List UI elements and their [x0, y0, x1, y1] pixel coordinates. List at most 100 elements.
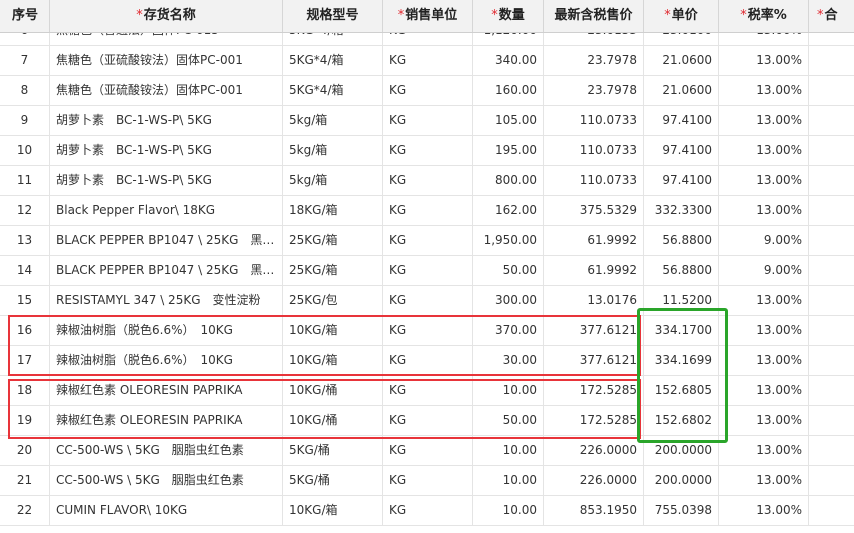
cell-item-name[interactable]: 胡萝卜素 BC-1-WS-P\ 5KG — [50, 136, 283, 165]
table-row[interactable]: 14BLACK PEPPER BP1047 \ 25KG 黑胡椒油树脂25KG/… — [0, 256, 854, 286]
cell-quantity[interactable]: 50.00 — [473, 256, 544, 285]
col-header-item-name[interactable]: *存货名称 — [50, 0, 283, 32]
cell-unit-price[interactable]: 21.0600 — [644, 76, 719, 105]
cell-item-name[interactable]: CC-500-WS \ 5KG 胭脂虫红色素 — [50, 466, 283, 495]
cell-seq[interactable]: 20 — [0, 436, 50, 465]
cell-spec[interactable]: 25KG/箱 — [283, 226, 383, 255]
cell-seq[interactable]: 6 — [0, 33, 50, 45]
cell-unit-price[interactable]: 755.0398 — [644, 496, 719, 525]
cell-total[interactable] — [809, 436, 854, 465]
cell-spec[interactable]: 5kg/箱 — [283, 166, 383, 195]
cell-latest-price[interactable]: 13.0176 — [544, 286, 644, 315]
cell-sales-unit[interactable]: KG — [383, 106, 473, 135]
cell-sales-unit[interactable]: KG — [383, 466, 473, 495]
cell-total[interactable] — [809, 46, 854, 75]
cell-quantity[interactable]: 162.00 — [473, 196, 544, 225]
cell-seq[interactable]: 8 — [0, 76, 50, 105]
cell-latest-price[interactable]: 23.7978 — [544, 46, 644, 75]
cell-seq[interactable]: 7 — [0, 46, 50, 75]
cell-seq[interactable]: 15 — [0, 286, 50, 315]
cell-sales-unit[interactable]: KG — [383, 166, 473, 195]
cell-quantity[interactable]: 340.00 — [473, 46, 544, 75]
cell-quantity[interactable]: 1,950.00 — [473, 226, 544, 255]
cell-tax-rate[interactable]: 13.00% — [719, 406, 809, 435]
cell-seq[interactable]: 17 — [0, 346, 50, 375]
cell-spec[interactable]: 10KG/箱 — [283, 496, 383, 525]
cell-unit-price[interactable]: 97.4100 — [644, 106, 719, 135]
cell-total[interactable] — [809, 136, 854, 165]
cell-latest-price[interactable]: 226.0000 — [544, 466, 644, 495]
col-header-tax-rate[interactable]: *税率% — [719, 0, 809, 32]
cell-latest-price[interactable]: 61.9992 — [544, 256, 644, 285]
cell-unit-price[interactable]: 21.0600 — [644, 46, 719, 75]
cell-seq[interactable]: 12 — [0, 196, 50, 225]
cell-total[interactable] — [809, 406, 854, 435]
cell-tax-rate[interactable]: 13.00% — [719, 136, 809, 165]
cell-total[interactable] — [809, 376, 854, 405]
cell-sales-unit[interactable]: KG — [383, 496, 473, 525]
cell-unit-price[interactable]: 152.6802 — [644, 406, 719, 435]
cell-spec[interactable]: 5KG/桶 — [283, 436, 383, 465]
cell-item-name[interactable]: CC-500-WS \ 5KG 胭脂虫红色素 — [50, 436, 283, 465]
cell-seq[interactable]: 14 — [0, 256, 50, 285]
table-row[interactable]: 12 Black Pepper Flavor\ 18KG 18KG/箱 KG 162.0… — [0, 196, 854, 226]
cell-sales-unit[interactable]: KG — [383, 46, 473, 75]
table-row[interactable]: 16 辣椒油树脂（脱色6.6%） 10KG 10KG/箱 KG 370.00 377.61… — [0, 316, 854, 346]
table-row[interactable]: 21 CC-500-WS \ 5KG 胭脂虫红色素 5KG/桶 KG 10.00 226.… — [0, 466, 854, 496]
cell-sales-unit[interactable]: KG — [383, 286, 473, 315]
cell-quantity[interactable]: 30.00 — [473, 346, 544, 375]
table-row[interactable]: 20 CC-500-WS \ 5KG 胭脂虫红色素 5KG/桶 KG 10.00 226.… — [0, 436, 854, 466]
cell-latest-price[interactable]: 23.7978 — [544, 76, 644, 105]
cell-spec[interactable]: 5kg/箱 — [283, 106, 383, 135]
cell-tax-rate[interactable]: 13.00% — [719, 33, 809, 45]
cell-quantity[interactable]: 10.00 — [473, 466, 544, 495]
cell-unit-price[interactable]: 200.0000 — [644, 436, 719, 465]
cell-total[interactable] — [809, 496, 854, 525]
cell-item-name[interactable]: BLACK PEPPER BP1047 \ 25KG 黑胡椒油树脂 — [50, 226, 283, 255]
cell-item-name[interactable]: RESISTAMYL 347 \ 25KG 变性淀粉 — [50, 286, 283, 315]
cell-item-name[interactable]: 辣椒油树脂（脱色6.6%） 10KG — [50, 346, 283, 375]
cell-seq[interactable]: 10 — [0, 136, 50, 165]
cell-tax-rate[interactable]: 13.00% — [719, 106, 809, 135]
cell-tax-rate[interactable]: 13.00% — [719, 166, 809, 195]
cell-spec[interactable]: 5KG*4/箱 — [283, 33, 383, 45]
table-row[interactable]: 10 胡萝卜素 BC-1-WS-P\ 5KG 5kg/箱 KG 195.00 110.07… — [0, 136, 854, 166]
cell-unit-price[interactable]: 200.0000 — [644, 466, 719, 495]
cell-item-name[interactable]: 辣椒红色素 OLEORESIN PAPRIKA — [50, 376, 283, 405]
cell-latest-price[interactable]: 110.0733 — [544, 166, 644, 195]
cell-item-name[interactable]: CUMIN FLAVOR\ 10KG — [50, 496, 283, 525]
cell-total[interactable] — [809, 256, 854, 285]
cell-quantity[interactable]: 50.00 — [473, 406, 544, 435]
cell-unit-price[interactable]: 11.5200 — [644, 286, 719, 315]
cell-latest-price[interactable]: 23.0153 — [544, 33, 644, 45]
cell-tax-rate[interactable]: 13.00% — [719, 76, 809, 105]
cell-total[interactable] — [809, 76, 854, 105]
table-row[interactable]: 8 焦糖色（亚硫酸铵法）固体PC-001 5KG*4/箱 KG 160.00 23.797… — [0, 76, 854, 106]
cell-total[interactable] — [809, 196, 854, 225]
cell-latest-price[interactable]: 377.6121 — [544, 316, 644, 345]
cell-tax-rate[interactable]: 9.00% — [719, 256, 809, 285]
cell-seq[interactable]: 16 — [0, 316, 50, 345]
col-header-unit-price[interactable]: *单价 — [644, 0, 719, 32]
cell-quantity[interactable]: 10.00 — [473, 436, 544, 465]
cell-item-name[interactable]: 焦糖色（亚硫酸铵法）固体PC-001 — [50, 76, 283, 105]
cell-sales-unit[interactable]: KG — [383, 436, 473, 465]
cell-sales-unit[interactable]: KG — [383, 196, 473, 225]
cell-quantity[interactable]: 800.00 — [473, 166, 544, 195]
cell-spec[interactable]: 10KG/箱 — [283, 346, 383, 375]
cell-item-name[interactable]: 辣椒油树脂（脱色6.6%） 10KG — [50, 316, 283, 345]
col-header-latest-price[interactable]: 最新含税售价 — [544, 0, 644, 32]
cell-unit-price[interactable]: 334.1700 — [644, 316, 719, 345]
col-header-quantity[interactable]: *数量 — [473, 0, 544, 32]
cell-item-name[interactable]: 胡萝卜素 BC-1-WS-P\ 5KG — [50, 166, 283, 195]
cell-quantity[interactable]: 10.00 — [473, 376, 544, 405]
cell-unit-price[interactable]: 334.1699 — [644, 346, 719, 375]
table-row[interactable]: 22 CUMIN FLAVOR\ 10KG 10KG/箱 KG 10.00 853.195… — [0, 496, 854, 526]
cell-latest-price[interactable]: 172.5285 — [544, 376, 644, 405]
cell-unit-price[interactable]: 332.3300 — [644, 196, 719, 225]
cell-unit-price[interactable]: 23.0100 — [644, 33, 719, 45]
cell-item-name[interactable]: 焦糖色（亚硫酸铵法）固体PC-001 — [50, 46, 283, 75]
cell-seq[interactable]: 22 — [0, 496, 50, 525]
table-row[interactable]: 17 辣椒油树脂（脱色6.6%） 10KG 10KG/箱 KG 30.00 377.612… — [0, 346, 854, 376]
cell-quantity[interactable]: 1,120.00 — [473, 33, 544, 45]
